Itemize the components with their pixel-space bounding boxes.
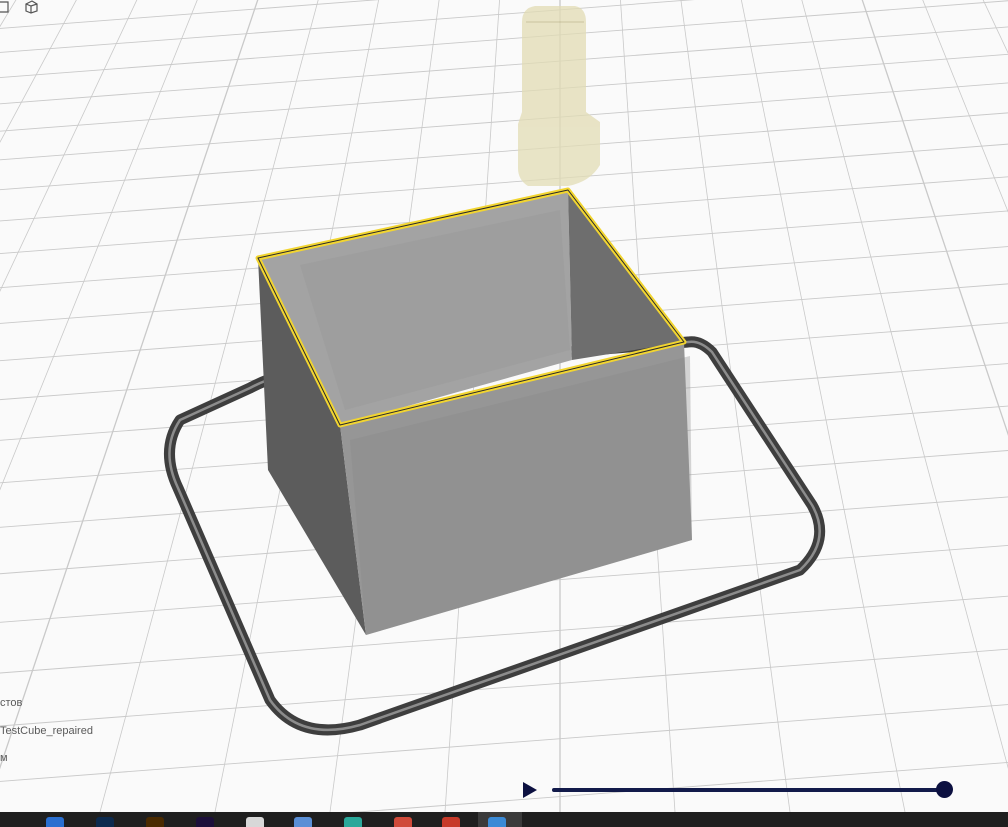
unit-label: м	[0, 752, 8, 764]
taskbar-app-1-icon[interactable]	[46, 817, 64, 827]
grid-line	[0, 0, 695, 53]
grid-line	[0, 648, 1008, 727]
grid-line	[0, 82, 1008, 161]
3d-viewport[interactable]: стов TestCube_repaired м	[0, 0, 1008, 812]
grid-line	[0, 0, 1008, 79]
grid-line	[0, 112, 1008, 191]
play-button[interactable]	[521, 780, 539, 800]
grid-line	[0, 0, 380, 29]
layer-slider[interactable]	[552, 780, 953, 800]
taskbar-illustrator-icon[interactable]	[146, 817, 164, 827]
object-count-label: стов	[0, 697, 23, 709]
taskbar-cura-icon[interactable]	[488, 817, 506, 827]
cube-view-icon[interactable]	[24, 0, 38, 14]
perspective-view-icon[interactable]	[0, 0, 14, 14]
model-cube[interactable]	[255, 187, 692, 635]
grid-line	[0, 26, 1008, 105]
layer-slider-track	[552, 788, 944, 792]
taskbar-premiere-icon[interactable]	[196, 817, 214, 827]
taskbar-app-7-icon[interactable]	[344, 817, 362, 827]
taskbar-app-9-icon[interactable]	[442, 817, 460, 827]
taskbar-app-8-icon[interactable]	[394, 817, 412, 827]
layer-slider-handle[interactable]	[936, 781, 953, 798]
taskbar	[0, 812, 1008, 827]
scene-canvas[interactable]	[0, 0, 1008, 812]
taskbar-app-6-icon[interactable]	[294, 817, 312, 827]
taskbar-chrome-icon[interactable]	[246, 817, 264, 827]
object-name[interactable]: TestCube_repaired	[0, 725, 93, 737]
taskbar-photoshop-icon[interactable]	[96, 817, 114, 827]
grid-line	[0, 595, 1008, 674]
